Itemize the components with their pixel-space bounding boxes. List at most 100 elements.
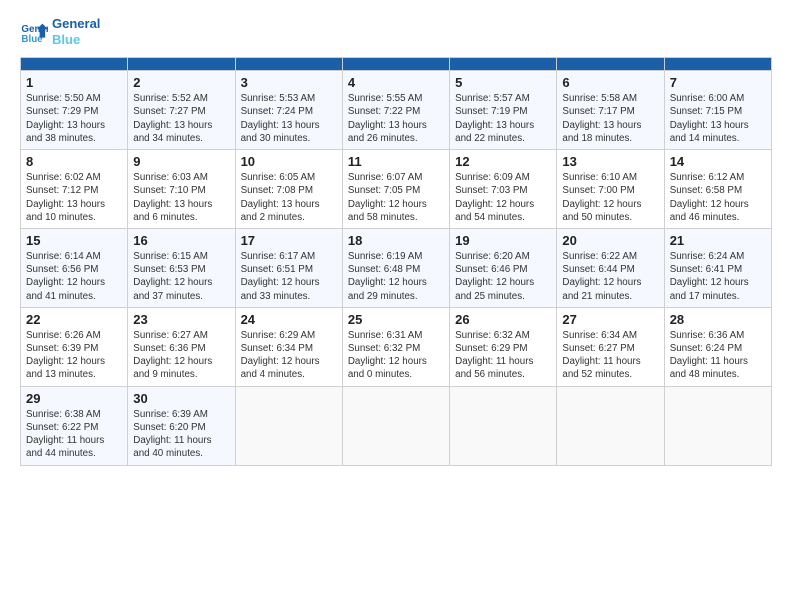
day-info: Sunrise: 6:15 AM Sunset: 6:53 PM Dayligh…: [133, 250, 229, 303]
day-number: 1: [26, 75, 122, 90]
calendar-row: 1 Sunrise: 5:50 AM Sunset: 7:29 PM Dayli…: [21, 71, 772, 150]
calendar-cell: [557, 386, 664, 465]
day-number: 26: [455, 312, 551, 327]
calendar-cell: 19 Sunrise: 6:20 AM Sunset: 6:46 PM Dayl…: [450, 228, 557, 307]
day-info: Sunrise: 6:26 AM Sunset: 6:39 PM Dayligh…: [26, 329, 122, 382]
day-info: Sunrise: 6:34 AM Sunset: 6:27 PM Dayligh…: [562, 329, 658, 382]
day-info: Sunrise: 6:24 AM Sunset: 6:41 PM Dayligh…: [670, 250, 766, 303]
col-friday: [557, 58, 664, 71]
calendar-cell: 13 Sunrise: 6:10 AM Sunset: 7:00 PM Dayl…: [557, 150, 664, 229]
day-number: 7: [670, 75, 766, 90]
logo-icon: General Blue: [20, 18, 48, 46]
day-number: 4: [348, 75, 444, 90]
calendar-cell: 18 Sunrise: 6:19 AM Sunset: 6:48 PM Dayl…: [342, 228, 449, 307]
day-info: Sunrise: 6:20 AM Sunset: 6:46 PM Dayligh…: [455, 250, 551, 303]
day-info: Sunrise: 6:14 AM Sunset: 6:56 PM Dayligh…: [26, 250, 122, 303]
day-number: 17: [241, 233, 337, 248]
calendar-row: 8 Sunrise: 6:02 AM Sunset: 7:12 PM Dayli…: [21, 150, 772, 229]
calendar-cell: 5 Sunrise: 5:57 AM Sunset: 7:19 PM Dayli…: [450, 71, 557, 150]
day-number: 13: [562, 154, 658, 169]
day-number: 6: [562, 75, 658, 90]
day-info: Sunrise: 6:12 AM Sunset: 6:58 PM Dayligh…: [670, 171, 766, 224]
calendar-cell: 29 Sunrise: 6:38 AM Sunset: 6:22 PM Dayl…: [21, 386, 128, 465]
col-thursday: [450, 58, 557, 71]
day-info: Sunrise: 6:32 AM Sunset: 6:29 PM Dayligh…: [455, 329, 551, 382]
calendar-table: 1 Sunrise: 5:50 AM Sunset: 7:29 PM Dayli…: [20, 57, 772, 465]
calendar-cell: 11 Sunrise: 6:07 AM Sunset: 7:05 PM Dayl…: [342, 150, 449, 229]
day-number: 22: [26, 312, 122, 327]
day-number: 30: [133, 391, 229, 406]
day-number: 19: [455, 233, 551, 248]
calendar-row: 29 Sunrise: 6:38 AM Sunset: 6:22 PM Dayl…: [21, 386, 772, 465]
day-info: Sunrise: 6:00 AM Sunset: 7:15 PM Dayligh…: [670, 92, 766, 145]
day-number: 24: [241, 312, 337, 327]
day-number: 23: [133, 312, 229, 327]
day-info: Sunrise: 6:27 AM Sunset: 6:36 PM Dayligh…: [133, 329, 229, 382]
day-info: Sunrise: 6:10 AM Sunset: 7:00 PM Dayligh…: [562, 171, 658, 224]
day-number: 8: [26, 154, 122, 169]
calendar-cell: 28 Sunrise: 6:36 AM Sunset: 6:24 PM Dayl…: [664, 307, 771, 386]
day-info: Sunrise: 6:07 AM Sunset: 7:05 PM Dayligh…: [348, 171, 444, 224]
calendar-cell: 17 Sunrise: 6:17 AM Sunset: 6:51 PM Dayl…: [235, 228, 342, 307]
day-info: Sunrise: 6:22 AM Sunset: 6:44 PM Dayligh…: [562, 250, 658, 303]
calendar-cell: 26 Sunrise: 6:32 AM Sunset: 6:29 PM Dayl…: [450, 307, 557, 386]
day-number: 9: [133, 154, 229, 169]
calendar-cell: 16 Sunrise: 6:15 AM Sunset: 6:53 PM Dayl…: [128, 228, 235, 307]
day-number: 18: [348, 233, 444, 248]
day-info: Sunrise: 6:19 AM Sunset: 6:48 PM Dayligh…: [348, 250, 444, 303]
day-info: Sunrise: 6:31 AM Sunset: 6:32 PM Dayligh…: [348, 329, 444, 382]
day-number: 2: [133, 75, 229, 90]
day-number: 28: [670, 312, 766, 327]
day-number: 15: [26, 233, 122, 248]
calendar-cell: [235, 386, 342, 465]
day-info: Sunrise: 5:57 AM Sunset: 7:19 PM Dayligh…: [455, 92, 551, 145]
day-number: 20: [562, 233, 658, 248]
calendar-cell: 7 Sunrise: 6:00 AM Sunset: 7:15 PM Dayli…: [664, 71, 771, 150]
col-monday: [128, 58, 235, 71]
page-header: General Blue General Blue: [20, 16, 772, 47]
day-info: Sunrise: 6:29 AM Sunset: 6:34 PM Dayligh…: [241, 329, 337, 382]
day-number: 29: [26, 391, 122, 406]
day-info: Sunrise: 5:50 AM Sunset: 7:29 PM Dayligh…: [26, 92, 122, 145]
day-info: Sunrise: 5:58 AM Sunset: 7:17 PM Dayligh…: [562, 92, 658, 145]
day-number: 27: [562, 312, 658, 327]
col-wednesday: [342, 58, 449, 71]
calendar-cell: [450, 386, 557, 465]
calendar-cell: [342, 386, 449, 465]
logo-text-blue: Blue: [52, 32, 100, 48]
calendar-cell: 15 Sunrise: 6:14 AM Sunset: 6:56 PM Dayl…: [21, 228, 128, 307]
day-info: Sunrise: 5:53 AM Sunset: 7:24 PM Dayligh…: [241, 92, 337, 145]
day-number: 12: [455, 154, 551, 169]
col-saturday: [664, 58, 771, 71]
day-info: Sunrise: 5:55 AM Sunset: 7:22 PM Dayligh…: [348, 92, 444, 145]
day-number: 3: [241, 75, 337, 90]
day-number: 14: [670, 154, 766, 169]
day-info: Sunrise: 6:39 AM Sunset: 6:20 PM Dayligh…: [133, 408, 229, 461]
day-number: 21: [670, 233, 766, 248]
logo-text-general: General: [52, 16, 100, 32]
calendar-cell: 4 Sunrise: 5:55 AM Sunset: 7:22 PM Dayli…: [342, 71, 449, 150]
page: General Blue General Blue: [0, 0, 792, 486]
day-number: 11: [348, 154, 444, 169]
calendar-cell: 3 Sunrise: 5:53 AM Sunset: 7:24 PM Dayli…: [235, 71, 342, 150]
day-number: 16: [133, 233, 229, 248]
calendar-cell: 20 Sunrise: 6:22 AM Sunset: 6:44 PM Dayl…: [557, 228, 664, 307]
col-sunday: [21, 58, 128, 71]
calendar-cell: 8 Sunrise: 6:02 AM Sunset: 7:12 PM Dayli…: [21, 150, 128, 229]
calendar-row: 15 Sunrise: 6:14 AM Sunset: 6:56 PM Dayl…: [21, 228, 772, 307]
calendar-cell: 23 Sunrise: 6:27 AM Sunset: 6:36 PM Dayl…: [128, 307, 235, 386]
day-info: Sunrise: 6:05 AM Sunset: 7:08 PM Dayligh…: [241, 171, 337, 224]
calendar-cell: 6 Sunrise: 5:58 AM Sunset: 7:17 PM Dayli…: [557, 71, 664, 150]
day-number: 5: [455, 75, 551, 90]
calendar-cell: 14 Sunrise: 6:12 AM Sunset: 6:58 PM Dayl…: [664, 150, 771, 229]
calendar-cell: [664, 386, 771, 465]
calendar-cell: 10 Sunrise: 6:05 AM Sunset: 7:08 PM Dayl…: [235, 150, 342, 229]
calendar-cell: 2 Sunrise: 5:52 AM Sunset: 7:27 PM Dayli…: [128, 71, 235, 150]
day-number: 25: [348, 312, 444, 327]
calendar-cell: 21 Sunrise: 6:24 AM Sunset: 6:41 PM Dayl…: [664, 228, 771, 307]
day-info: Sunrise: 5:52 AM Sunset: 7:27 PM Dayligh…: [133, 92, 229, 145]
header-row: [21, 58, 772, 71]
calendar-cell: 24 Sunrise: 6:29 AM Sunset: 6:34 PM Dayl…: [235, 307, 342, 386]
calendar-cell: 12 Sunrise: 6:09 AM Sunset: 7:03 PM Dayl…: [450, 150, 557, 229]
day-info: Sunrise: 6:17 AM Sunset: 6:51 PM Dayligh…: [241, 250, 337, 303]
